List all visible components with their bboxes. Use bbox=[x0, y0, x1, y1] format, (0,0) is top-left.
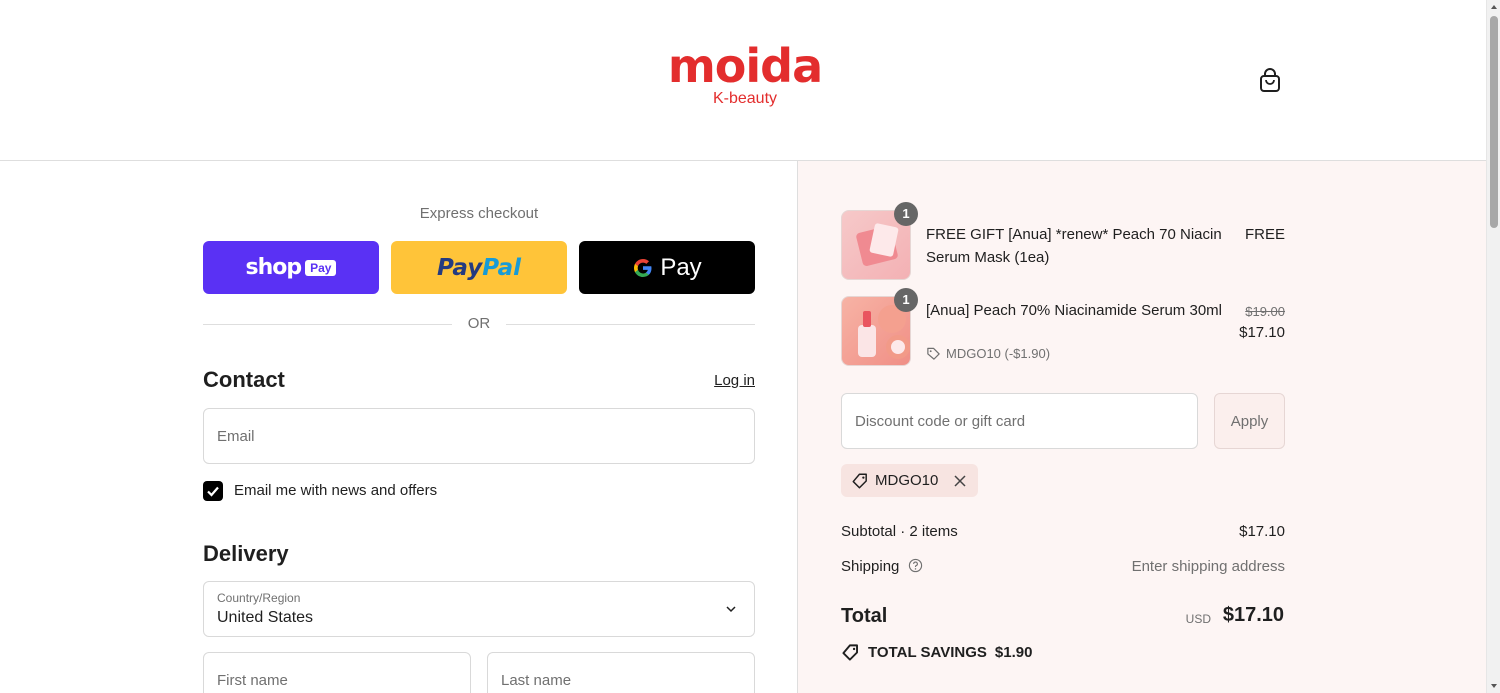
close-icon[interactable] bbox=[952, 473, 968, 489]
last-name-field[interactable]: Last name bbox=[487, 652, 755, 693]
chevron-down-icon bbox=[726, 606, 736, 613]
scrollbar-thumb[interactable] bbox=[1490, 16, 1498, 228]
brand-name: moida bbox=[667, 39, 823, 93]
country-label: Country/Region bbox=[217, 591, 301, 605]
item-original-price: $19.00 bbox=[1245, 303, 1285, 320]
quantity-badge: 1 bbox=[894, 288, 918, 312]
discount-placeholder: Discount code or gift card bbox=[855, 413, 1026, 430]
shipping-label: Shipping bbox=[841, 558, 900, 575]
tag-icon bbox=[842, 644, 858, 661]
last-name-placeholder: Last name bbox=[501, 672, 572, 689]
country-select[interactable]: Country/Region United States bbox=[203, 581, 755, 637]
item-price: FREE bbox=[1244, 226, 1285, 243]
discount-code-input[interactable]: Discount code or gift card bbox=[841, 393, 1198, 449]
item-original-price-value: $19.00 bbox=[1245, 304, 1285, 319]
shop-pay-badge: Pay bbox=[305, 259, 337, 276]
applied-discount-tag: MDGO10 bbox=[841, 464, 979, 497]
express-checkout-label: Express checkout bbox=[419, 205, 539, 222]
shipping-row: Shipping Enter shipping address bbox=[841, 558, 1285, 575]
or-divider-text: OR bbox=[467, 315, 491, 332]
country-value: United States bbox=[217, 609, 314, 626]
first-name-field[interactable]: First name bbox=[203, 652, 471, 693]
first-name-placeholder: First name bbox=[217, 672, 288, 689]
page-scrollbar[interactable] bbox=[1486, 0, 1500, 693]
order-summary: 1 FREE GIFT [Anua] *renew* Peach 70 Niac… bbox=[797, 161, 1486, 693]
scroll-up-arrow-icon[interactable] bbox=[1490, 3, 1498, 11]
applied-discount-code: MDGO10 bbox=[875, 472, 939, 489]
total-label: Total bbox=[841, 605, 888, 627]
site-header: moida K-beauty bbox=[0, 0, 1486, 161]
shopping-bag-icon[interactable] bbox=[1256, 66, 1284, 94]
total-currency: USD bbox=[1185, 612, 1211, 626]
tag-icon bbox=[852, 473, 867, 488]
delivery-heading: Delivery bbox=[203, 541, 289, 566]
paypal-logo-part2: Pal bbox=[482, 254, 521, 281]
total-value: $17.10 bbox=[1222, 604, 1284, 626]
google-pay-button[interactable]: Pay bbox=[579, 241, 755, 294]
news-offers-checkbox[interactable] bbox=[203, 481, 223, 501]
scroll-down-arrow-icon[interactable] bbox=[1490, 682, 1498, 690]
tag-icon bbox=[927, 347, 940, 360]
checkmark-icon bbox=[207, 486, 219, 497]
item-discount: MDGO10 (-$1.90) bbox=[926, 346, 1050, 361]
paypal-logo: PayPal bbox=[437, 255, 521, 281]
apply-discount-button[interactable]: Apply bbox=[1214, 393, 1285, 449]
item-name: [Anua] Peach 70% Niacinamide Serum 30ml bbox=[926, 302, 1222, 319]
divider-left bbox=[203, 324, 452, 325]
shop-pay-button[interactable]: shop Pay bbox=[203, 241, 379, 294]
checkout-form: Express checkout shop Pay PayPal Pay OR … bbox=[0, 161, 797, 693]
email-placeholder: Email bbox=[217, 428, 255, 445]
login-link[interactable]: Log in bbox=[700, 372, 755, 389]
shipping-value: Enter shipping address bbox=[1131, 558, 1285, 575]
total-savings-value: $1.90 bbox=[994, 644, 1033, 661]
total-savings-label: TOTAL SAVINGS bbox=[868, 644, 987, 661]
help-circle-icon[interactable] bbox=[908, 558, 923, 573]
item-price: $17.10 bbox=[1239, 324, 1285, 341]
subtotal-label: Subtotal · 2 items bbox=[841, 523, 958, 540]
paypal-button[interactable]: PayPal bbox=[391, 241, 567, 294]
divider-right bbox=[506, 324, 755, 325]
shop-pay-brand: shop bbox=[245, 255, 303, 280]
contact-heading: Contact bbox=[203, 367, 285, 392]
subtotal-value: $17.10 bbox=[1239, 523, 1285, 540]
quantity-badge: 1 bbox=[894, 202, 918, 226]
google-g-icon bbox=[634, 258, 652, 277]
news-offers-label: Email me with news and offers bbox=[234, 482, 438, 499]
email-field[interactable]: Email bbox=[203, 408, 755, 464]
item-discount-text: MDGO10 (-$1.90) bbox=[946, 346, 1051, 361]
subtotal-row: Subtotal · 2 items $17.10 bbox=[841, 523, 1285, 540]
item-name: FREE GIFT [Anua] *renew* Peach 70 Niacin… bbox=[926, 226, 1222, 266]
google-pay-label: Pay bbox=[660, 253, 702, 281]
brand-logo[interactable]: moida K-beauty bbox=[660, 40, 830, 108]
total-savings: TOTAL SAVINGS $1.90 bbox=[841, 643, 1032, 662]
paypal-logo-part1: Pay bbox=[437, 254, 483, 281]
